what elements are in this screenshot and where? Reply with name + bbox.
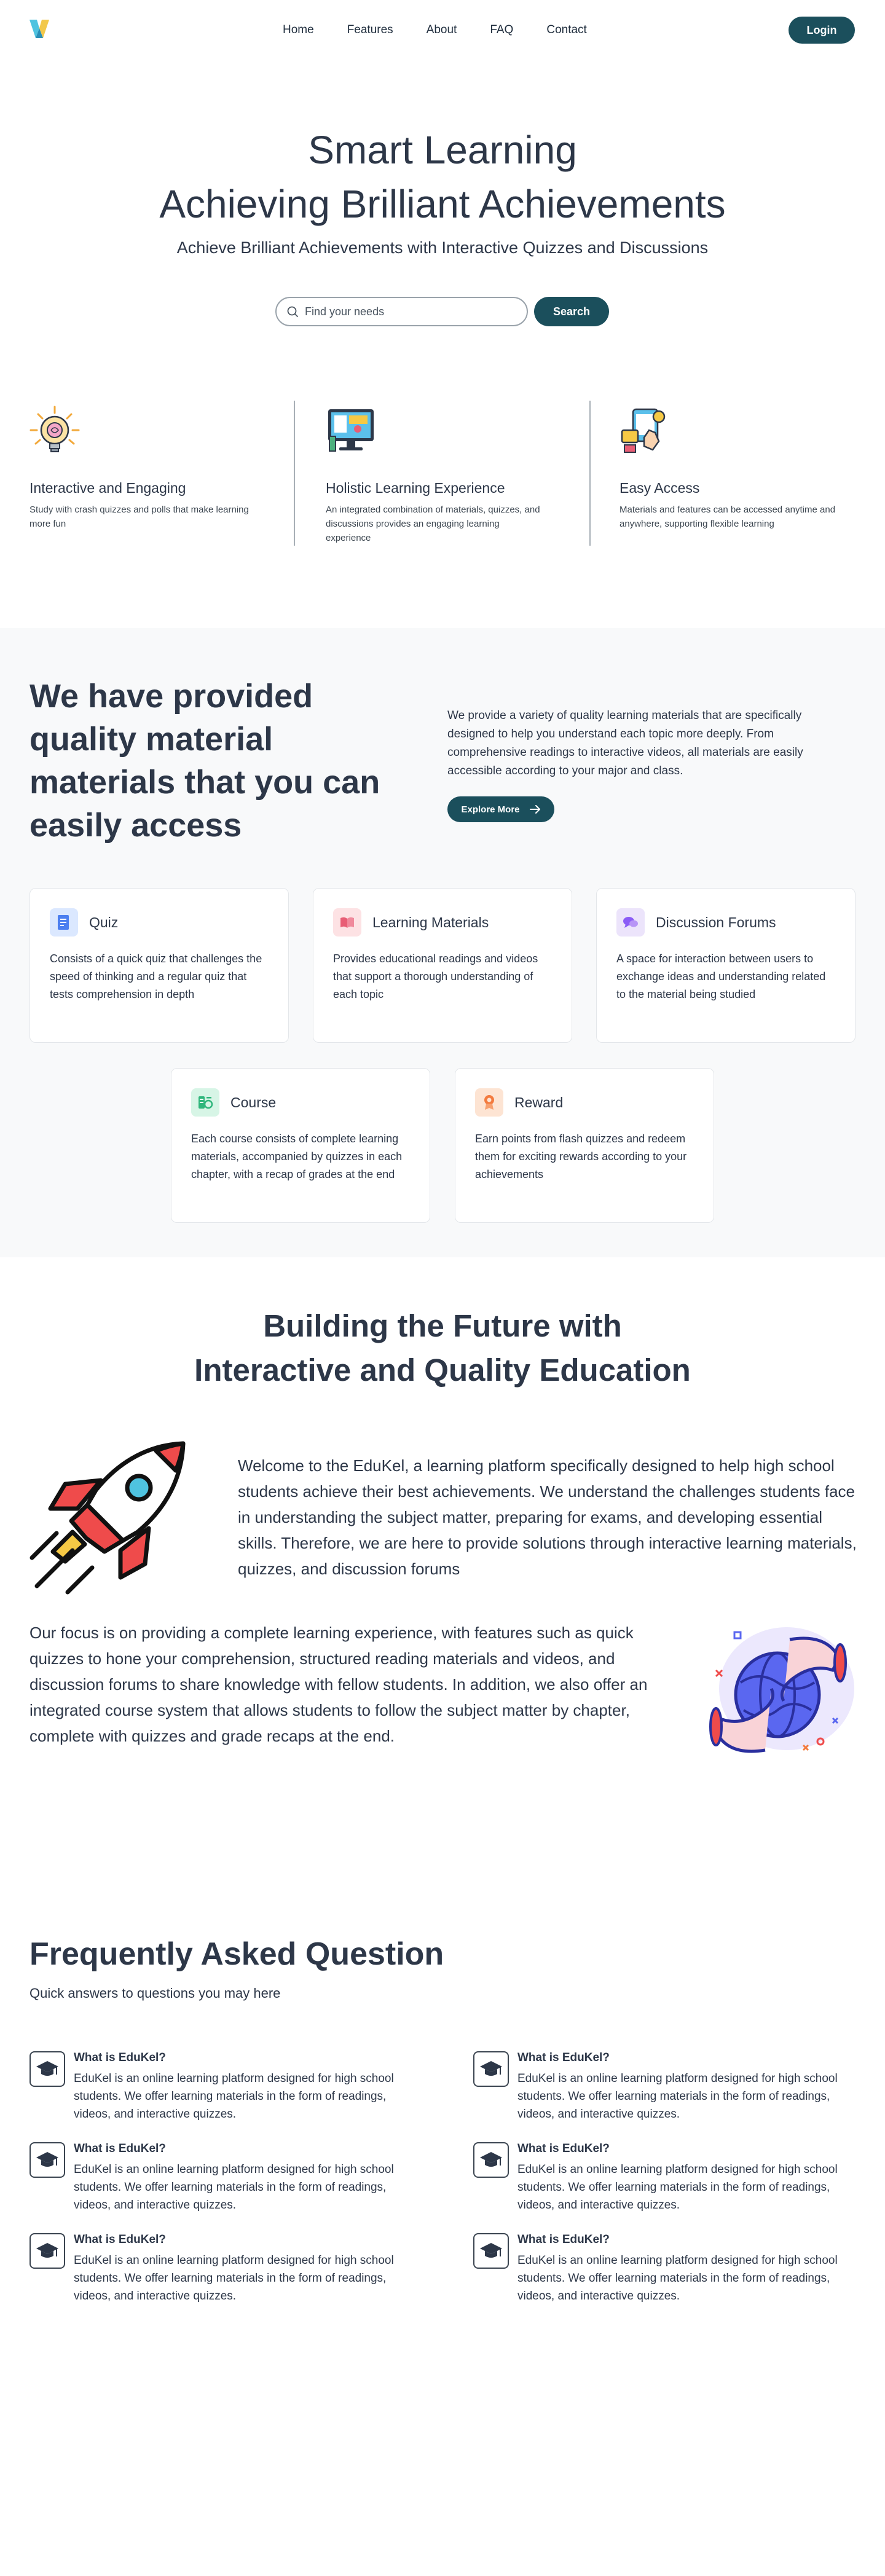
explore-more-button[interactable]: Explore More [447,796,554,822]
faq-subtitle: Quick answers to questions you may here [30,1985,281,2001]
faq-answer: EduKel is an online learning platform de… [74,2072,394,2121]
faq-title: Frequently Asked Question [30,1936,444,1972]
lightbulb-brain-icon [30,406,80,452]
graduation-cap-icon [473,2051,509,2087]
easy-access-icon [621,408,666,453]
future-title: Building the Future with Interactive and… [0,1304,885,1392]
card-title: Discussion Forums [656,914,776,930]
faq-item[interactable]: What is EduKel? EduKel is an online lear… [473,2142,854,2214]
card-desc: Earn points from flash quizzes and redee… [475,1133,687,1180]
card-desc: A space for interaction between users to… [616,952,826,1000]
graduation-cap-icon [30,2051,65,2087]
course-icon [191,1088,219,1117]
faq-question: What is EduKel? [74,2142,166,2155]
divider [294,401,295,546]
quiz-icon [50,908,78,937]
feature-title: Holistic Learning Experience [326,480,505,496]
material-card-learning[interactable]: Learning Materials Provides educational … [313,888,572,1043]
search-box [275,297,528,326]
faq-item[interactable]: What is EduKel? EduKel is an online lear… [30,2142,411,2214]
faq-question: What is EduKel? [517,2142,610,2155]
search-input[interactable] [305,305,508,318]
book-icon [333,908,361,937]
future-title-line1: Building the Future with [263,1308,622,1343]
faq-answer: EduKel is an online learning platform de… [517,2163,838,2212]
hero-subtitle: Achieve Brilliant Achievements with Inte… [176,238,709,257]
card-desc: Each course consists of complete learnin… [191,1133,403,1180]
faq-item[interactable]: What is EduKel? EduKel is an online lear… [30,2051,411,2123]
about-paragraph-2: Our focus is on providing a complete lea… [30,1624,648,1745]
arrow-right-icon [529,805,540,814]
graduation-cap-icon [473,2233,509,2269]
faq-question: What is EduKel? [74,2051,166,2064]
faq-answer: EduKel is an online learning platform de… [74,2163,394,2212]
feature-desc: Study with crash quizzes and polls that … [30,505,249,529]
explore-more-label: Explore More [461,804,520,815]
graduation-cap-icon [473,2142,509,2178]
card-desc: Consists of a quick quiz that challenges… [50,952,262,1000]
material-card-quiz[interactable]: Quiz Consists of a quick quiz that chall… [30,888,289,1043]
top-nav: Home Features About FAQ Contact Login [0,0,885,60]
future-title-line2: Interactive and Quality Education [194,1353,691,1388]
hero-title: Smart Learning Achieving Brilliant Achie… [0,123,885,231]
nav-link-faq[interactable]: FAQ [490,23,513,37]
feature-easy-access: Easy Access Materials and features can b… [620,406,841,531]
faq-question: What is EduKel? [74,2233,166,2246]
graduation-cap-icon [30,2142,65,2178]
material-card-course[interactable]: Course Each course consists of complete … [171,1068,430,1223]
card-title: Learning Materials [372,914,489,930]
faq-item[interactable]: What is EduKel? EduKel is an online lear… [473,2233,854,2305]
monitor-learning-icon [328,409,374,452]
search-button[interactable]: Search [534,297,609,326]
faq-item[interactable]: What is EduKel? EduKel is an online lear… [473,2051,854,2123]
chat-icon [616,908,645,937]
feature-desc: Materials and features can be accessed a… [620,505,836,529]
hero-title-line1: Smart Learning [308,128,577,172]
material-card-discussion[interactable]: Discussion Forums A space for interactio… [596,888,856,1043]
materials-desc: We provide a variety of quality learning… [447,709,803,777]
card-desc: Provides educational readings and videos… [333,952,538,1000]
v-logo-icon[interactable] [30,20,49,38]
card-title: Quiz [89,914,119,930]
faq-answer: EduKel is an online learning platform de… [517,2072,838,2121]
faq-question: What is EduKel? [517,2051,610,2064]
materials-title: We have provided quality material materi… [30,678,380,844]
card-title: Course [230,1094,277,1110]
nav-link-features[interactable]: Features [347,23,393,37]
about-paragraph-1: Welcome to the EduKel, a learning platfo… [238,1456,857,1578]
feature-title: Interactive and Engaging [30,480,186,496]
feature-interactive: Interactive and Engaging Study with cras… [30,406,251,531]
graduation-cap-icon [30,2233,65,2269]
search-icon [287,306,298,317]
faq-item[interactable]: What is EduKel? EduKel is an online lear… [30,2233,411,2305]
card-title: Reward [514,1094,564,1110]
login-button[interactable]: Login [789,17,855,44]
divider [589,401,591,546]
faq-answer: EduKel is an online learning platform de… [74,2254,394,2303]
nav-link-about[interactable]: About [427,23,457,37]
faq-question: What is EduKel? [517,2233,610,2246]
nav-link-home[interactable]: Home [283,23,314,37]
faq-answer: EduKel is an online learning platform de… [517,2254,838,2303]
nav-links: Home Features About FAQ Contact [283,23,620,37]
feature-title: Easy Access [620,480,700,496]
globe-hands-icon [709,1627,854,1753]
feature-holistic: Holistic Learning Experience An integrat… [326,406,547,545]
rocket-icon [30,1441,186,1595]
material-card-reward[interactable]: Reward Earn points from flash quizzes an… [455,1068,714,1223]
nav-link-contact[interactable]: Contact [546,23,586,37]
reward-icon [475,1088,503,1117]
hero-title-line2: Achieving Brilliant Achievements [159,182,726,226]
feature-desc: An integrated combination of materials, … [326,505,540,543]
